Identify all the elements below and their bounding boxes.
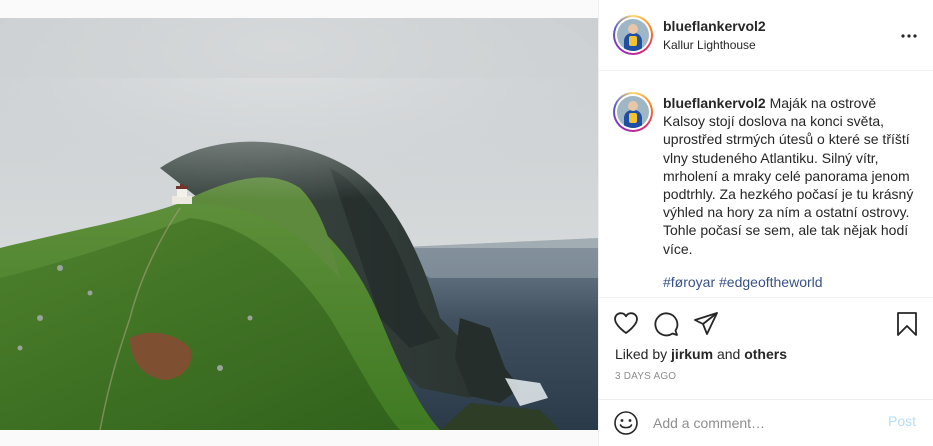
liked-by: Liked by jirkum and others xyxy=(615,346,787,362)
post-button[interactable]: Post xyxy=(888,413,916,429)
location-link[interactable]: Kallur Lighthouse xyxy=(663,38,756,52)
caption-body: Maják na ostrově Kalsoy stojí doslova na… xyxy=(663,95,914,257)
comment-form: Post xyxy=(599,399,933,446)
caption-section: blueflankervol2 Maják na ostrově Kalsoy … xyxy=(599,71,933,298)
caption-avatar[interactable] xyxy=(613,92,653,132)
post-photo[interactable] xyxy=(0,18,598,430)
caption-username-link[interactable]: blueflankervol2 xyxy=(663,95,766,111)
paper-plane-icon[interactable] xyxy=(693,311,719,342)
liked-by-others-link[interactable]: others xyxy=(744,346,787,362)
heart-icon[interactable] xyxy=(613,311,639,340)
smiley-icon[interactable] xyxy=(613,410,639,441)
avatar[interactable] xyxy=(613,15,653,55)
bookmark-icon[interactable] xyxy=(895,311,919,342)
action-bar xyxy=(599,298,933,338)
avatar-image xyxy=(617,96,649,128)
post-header: blueflankervol2 Kallur Lighthouse xyxy=(599,0,933,71)
post-date[interactable]: 3 DAYS AGO xyxy=(615,371,676,382)
comment-input[interactable] xyxy=(653,412,873,434)
photo-landscape xyxy=(0,18,598,430)
hashtags[interactable]: #føroyar #edgeoftheworld xyxy=(663,274,823,290)
more-options-icon[interactable] xyxy=(897,24,921,48)
username-link[interactable]: blueflankervol2 xyxy=(663,18,766,34)
caption-text: blueflankervol2 Maják na ostrově Kalsoy … xyxy=(663,94,915,258)
liked-by-user-link[interactable]: jirkum xyxy=(671,346,713,362)
post-details-panel: blueflankervol2 Kallur Lighthouse bluefl… xyxy=(598,0,933,446)
avatar-image xyxy=(617,19,649,51)
comment-icon[interactable] xyxy=(653,311,679,342)
